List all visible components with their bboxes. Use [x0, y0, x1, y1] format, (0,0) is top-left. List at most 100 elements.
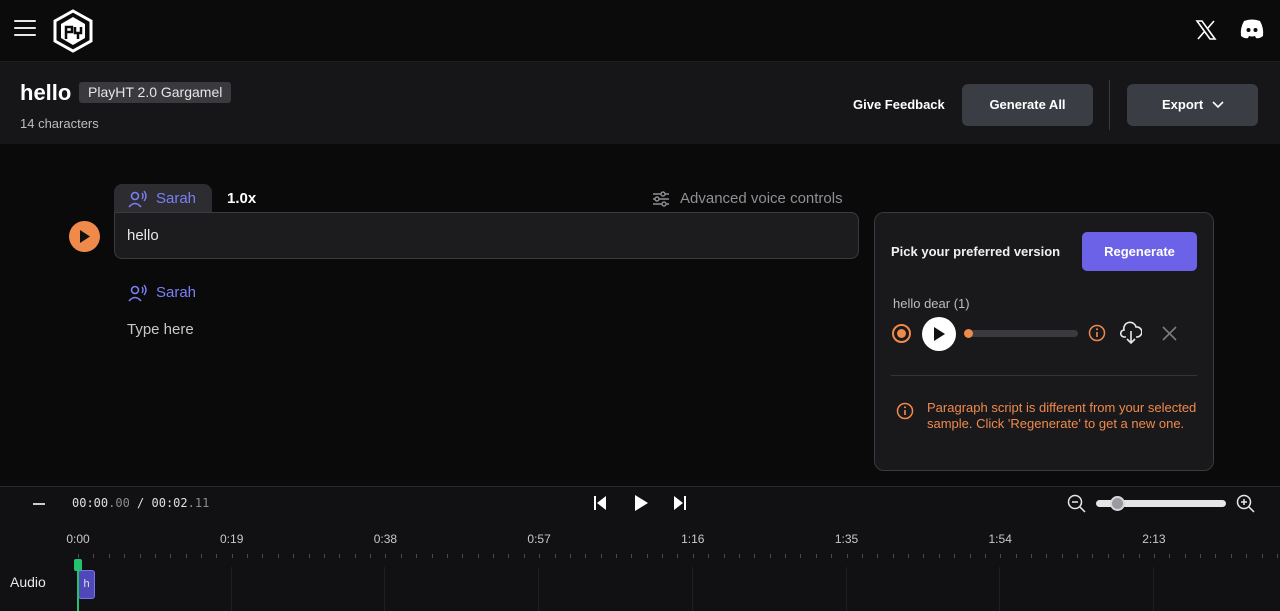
minor-tick — [370, 554, 371, 558]
project-title[interactable]: hello — [20, 80, 71, 106]
playhead-handle[interactable] — [74, 559, 82, 571]
export-label: Export — [1162, 97, 1204, 112]
time-tick-label: 2:13 — [1142, 532, 1166, 546]
minor-tick — [954, 554, 956, 558]
minor-tick — [1200, 554, 1201, 558]
generate-all-button[interactable]: Generate All — [962, 84, 1093, 126]
track-gridline — [691, 567, 693, 611]
minor-tick — [861, 554, 863, 558]
x-twitter-icon[interactable] — [1195, 19, 1217, 41]
audio-clip[interactable]: h — [78, 570, 95, 599]
total-time-ms: .11 — [187, 496, 210, 510]
zoom-out-icon[interactable] — [1067, 494, 1086, 513]
close-icon[interactable] — [1162, 326, 1177, 341]
minor-tick — [738, 554, 740, 558]
minor-tick — [984, 554, 986, 558]
minor-tick — [385, 554, 387, 558]
discord-icon[interactable] — [1239, 18, 1265, 40]
sample-name: hello dear (1) — [893, 296, 970, 311]
play-sample-button[interactable] — [922, 317, 956, 351]
play-paragraph-button[interactable] — [69, 221, 100, 252]
paragraph-input[interactable]: hello — [114, 212, 859, 259]
minor-tick — [769, 554, 771, 558]
minor-tick — [78, 554, 79, 558]
minor-tick — [616, 554, 617, 558]
collapse-timeline-button[interactable] — [33, 503, 45, 505]
info-icon[interactable] — [1088, 324, 1106, 342]
zoom-slider[interactable] — [1096, 496, 1226, 511]
track-gridline — [384, 567, 386, 611]
time-tick-label: 0:19 — [220, 532, 244, 546]
time-tick-label: 1:35 — [834, 532, 859, 546]
minor-tick — [846, 554, 848, 558]
minor-tick — [800, 554, 802, 558]
regenerate-button[interactable]: Regenerate — [1082, 232, 1197, 271]
minor-tick — [1169, 554, 1171, 558]
time-tick-label: 0:00 — [66, 532, 90, 546]
minor-tick — [416, 554, 418, 558]
minor-tick — [154, 554, 156, 558]
speed-control[interactable]: 1.0x — [227, 190, 256, 207]
sample-radio[interactable] — [892, 324, 911, 343]
logo-icon[interactable] — [52, 9, 94, 53]
sample-progress-bar[interactable] — [964, 329, 1078, 338]
voice-icon — [128, 190, 147, 208]
skip-back-icon[interactable] — [593, 495, 607, 511]
minor-tick — [477, 554, 479, 558]
voice-name: Sarah — [156, 284, 197, 301]
advanced-voice-controls-button[interactable]: Advanced voice controls — [652, 190, 843, 207]
minor-tick — [446, 554, 448, 558]
voice-selector-tab[interactable]: Sarah — [114, 184, 212, 214]
minor-tick — [308, 554, 310, 558]
time-ruler[interactable]: 0:00 0:19 0:38 0:57 1:16 1:35 1:54 2:13 — [0, 532, 1280, 562]
minor-tick — [585, 554, 587, 558]
zoom-slider-knob[interactable] — [1110, 496, 1125, 511]
minor-tick — [1215, 554, 1217, 558]
minor-tick — [1077, 554, 1078, 558]
track-gridline — [230, 567, 232, 611]
chevron-down-icon — [1212, 101, 1224, 109]
zoom-in-icon[interactable] — [1236, 494, 1255, 513]
minor-tick — [523, 554, 525, 558]
minor-tick — [1000, 554, 1002, 558]
track-gridline — [538, 567, 540, 611]
minor-tick — [1061, 554, 1063, 558]
time-display: 00:00.00 / 00:02.11 — [72, 496, 209, 510]
menu-icon[interactable] — [14, 20, 36, 38]
minor-tick — [1230, 554, 1232, 558]
minor-tick — [108, 554, 110, 558]
export-button[interactable]: Export — [1127, 84, 1258, 126]
voice-name: Sarah — [156, 190, 197, 207]
minor-tick — [677, 554, 679, 558]
top-navbar — [0, 0, 1280, 62]
time-tick-label: 0:38 — [373, 532, 398, 546]
minor-tick — [247, 554, 249, 558]
minor-tick — [815, 554, 817, 558]
give-feedback-button[interactable]: Give Feedback — [853, 97, 945, 112]
minor-tick — [662, 554, 664, 558]
timeline-play-icon[interactable] — [633, 494, 649, 512]
minor-tick — [354, 554, 356, 558]
progress-knob[interactable] — [964, 329, 973, 338]
skip-forward-icon[interactable] — [673, 495, 687, 511]
new-paragraph-input[interactable]: Type here — [127, 321, 194, 338]
minor-tick — [431, 554, 433, 558]
time-separator: / — [129, 496, 152, 510]
track-gridline — [999, 567, 1001, 611]
minor-tick — [124, 554, 126, 558]
paragraph-text[interactable]: hello — [127, 227, 159, 244]
play-icon — [80, 230, 90, 243]
minor-tick — [923, 554, 925, 558]
minor-tick — [185, 554, 187, 558]
minor-tick — [1261, 554, 1263, 558]
minor-tick — [1276, 554, 1278, 558]
minor-tick — [216, 554, 218, 558]
minor-tick — [1107, 554, 1109, 558]
minor-tick — [723, 554, 725, 558]
voice-icon — [128, 284, 147, 302]
character-count: 14 characters — [20, 116, 99, 131]
download-icon[interactable] — [1120, 321, 1142, 345]
time-tick-label: 1:16 — [681, 532, 705, 546]
minor-tick — [1138, 554, 1140, 558]
audio-track-label: Audio — [10, 574, 46, 590]
